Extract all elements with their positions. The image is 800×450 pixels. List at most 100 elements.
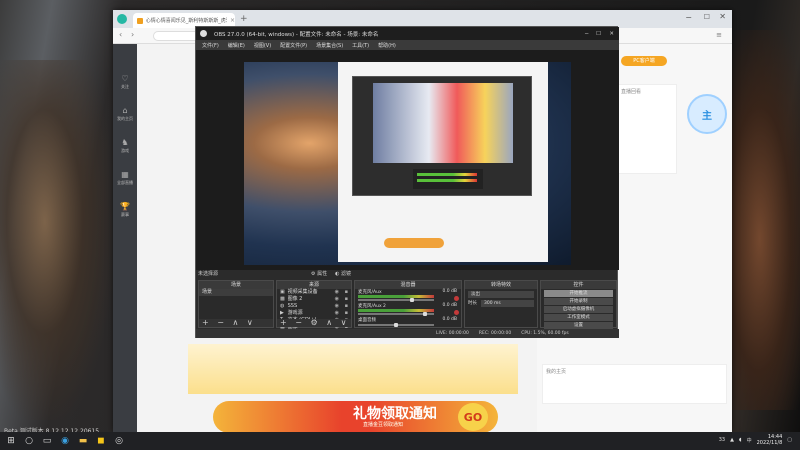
volume-slider[interactable] <box>358 312 434 316</box>
input-language[interactable]: 中 <box>747 437 752 444</box>
menu-scene-collection[interactable]: 场景集合(S) <box>316 42 343 49</box>
scenes-toolbar[interactable]: + − ∧ ∨ <box>199 319 273 327</box>
obs-window: OBS 27.0.0 (64-bit, windows) - 配置文件: 未命名… <box>195 26 619 338</box>
nav-item-games[interactable]: ♞ 游戏 <box>113 134 137 158</box>
scenes-header: 场景 <box>199 281 273 289</box>
volume-knob[interactable] <box>422 312 427 316</box>
volume-knob[interactable] <box>409 298 414 302</box>
gift-title: 礼物领取通知 <box>353 406 437 422</box>
mute-icon[interactable] <box>454 310 459 315</box>
nav-item-all-live[interactable]: ▦ 全部直播 <box>113 166 137 190</box>
sources-header: 来源 <box>277 281 351 289</box>
game-icon: ♞ <box>121 138 129 147</box>
scene-item[interactable]: 场景 <box>199 289 273 296</box>
edge-browser-icon[interactable]: ◉ <box>58 434 72 448</box>
visibility-eye-icon[interactable]: ◉ <box>335 303 339 310</box>
back-icon[interactable]: ‹ <box>119 30 122 39</box>
volume-icon[interactable]: ◖ <box>739 437 742 443</box>
obs-app-icon[interactable]: ◎ <box>112 434 126 448</box>
rec-status: REC: 00:00:00 <box>478 331 512 336</box>
source-item[interactable]: ▩ 图像 2 ◉ ▪ <box>277 296 351 303</box>
visibility-eye-icon[interactable]: ◉ <box>335 296 339 303</box>
duration-input[interactable]: 300 ms <box>481 300 534 307</box>
studio-mode-button[interactable]: 工作室模式 <box>544 314 613 321</box>
close-window-button[interactable]: ✕ <box>719 12 726 21</box>
filters-label: 滤镜 <box>341 271 352 277</box>
channel-db: 0.0 dB <box>442 303 457 308</box>
huya-app-icon[interactable]: ◼ <box>94 434 108 448</box>
pc-client-button[interactable]: PC客户端 <box>621 56 667 66</box>
tab-close-icon[interactable]: × <box>230 17 235 24</box>
controls-dock: 控件 开始推流 开始录制 启动虚拟摄像机 工作室模式 设置 <box>540 280 617 329</box>
start-streaming-button[interactable]: 开始推流 <box>544 290 613 297</box>
search-icon[interactable]: ○ <box>22 434 36 448</box>
channel-db: 0.0 dB <box>442 317 457 322</box>
source-item[interactable]: ◍ SSS ◉ ▪ <box>277 303 351 310</box>
file-explorer-icon[interactable]: ▬ <box>76 434 90 448</box>
notifications-icon[interactable]: ▢ <box>787 437 792 443</box>
obs-title: OBS 27.0.0 (64-bit, windows) - 配置文件: 未命名… <box>214 31 379 38</box>
minimize-button[interactable]: − <box>685 13 692 22</box>
filters-button[interactable]: ◐ 滤镜 <box>335 270 351 277</box>
forward-icon[interactable]: › <box>131 30 134 39</box>
maximize-button[interactable]: ☐ <box>704 13 710 21</box>
gift-go-button[interactable]: GO <box>458 403 488 431</box>
obs-menu-bar: 文件(F) 编辑(E) 视图(V) 配置文件(P) 场景集合(S) 工具(T) … <box>196 40 619 50</box>
right-item[interactable]: 直播回看 <box>618 85 676 98</box>
nav-item-home[interactable]: ⌂ 我的主页 <box>113 102 137 126</box>
mixer-dock: 混音器 麦克风/Aux 0.0 dB 麦克风/Aux 2 0.0 dB 桌面音频… <box>354 280 462 328</box>
volume-slider[interactable] <box>358 298 434 302</box>
mascot-badge[interactable]: 主 <box>687 94 727 134</box>
settings-button[interactable]: 设置 <box>544 322 613 329</box>
nav-item-follow[interactable]: ♡ 关注 <box>113 70 137 94</box>
sources-toolbar[interactable]: + − ⚙ ∧ ∨ <box>277 319 351 327</box>
new-tab-button[interactable]: + <box>240 14 248 24</box>
task-view-icon[interactable]: ▭ <box>40 434 54 448</box>
obs-logo-icon <box>200 30 207 37</box>
nav-label: 关注 <box>121 84 129 89</box>
game-capture-icon: ▶ <box>280 310 284 316</box>
menu-edit[interactable]: 编辑(E) <box>228 42 245 49</box>
volume-knob[interactable] <box>394 323 398 327</box>
obs-minimize-button[interactable]: − <box>584 31 589 37</box>
source-item[interactable]: ▣ 视频采集设备 ◉ ▪ <box>277 289 351 296</box>
menu-view[interactable]: 视图(V) <box>254 42 271 49</box>
properties-label: 属性 <box>317 271 328 277</box>
menu-help[interactable]: 帮助(H) <box>378 42 396 49</box>
menu-profile[interactable]: 配置文件(P) <box>280 42 307 49</box>
mute-icon[interactable] <box>454 296 459 301</box>
source-item[interactable]: ▶ 游戏源 ◉ ▪ <box>277 310 351 317</box>
transition-select[interactable]: 淡出 <box>468 291 534 298</box>
nav-item-events[interactable]: 🏆 赛事 <box>113 198 137 222</box>
virtual-camera-button[interactable]: 启动虚拟摄像机 <box>544 306 613 313</box>
channel-db: 0.0 dB <box>442 289 457 294</box>
windows-start-icon[interactable]: ⊞ <box>4 434 18 448</box>
browser-logo-icon <box>117 14 127 24</box>
lock-icon[interactable]: ▪ <box>345 296 348 303</box>
menu-icon[interactable]: ≡ <box>716 31 722 39</box>
obs-close-button[interactable]: ✕ <box>609 31 614 37</box>
properties-button[interactable]: ⚙ 属性 <box>311 270 327 277</box>
obs-title-bar: OBS 27.0.0 (64-bit, windows) - 配置文件: 未命名… <box>196 27 619 40</box>
gift-notice-banner[interactable]: 礼物领取通知 直播金豆领取通知 GO <box>213 401 498 433</box>
obs-preview-canvas[interactable] <box>244 62 571 265</box>
visibility-eye-icon[interactable]: ◉ <box>335 310 339 317</box>
lock-icon[interactable]: ▪ <box>345 310 348 317</box>
network-icon[interactable]: ▲ <box>730 437 734 443</box>
mixer-header: 混音器 <box>355 281 461 289</box>
nav-label: 我的主页 <box>117 116 133 121</box>
menu-tools[interactable]: 工具(T) <box>352 42 369 49</box>
nested-preview <box>373 83 513 163</box>
lock-icon[interactable]: ▪ <box>345 289 348 296</box>
visibility-eye-icon[interactable]: ◉ <box>335 289 339 296</box>
start-recording-button[interactable]: 开始录制 <box>544 298 613 305</box>
right-item[interactable]: 我的主页 <box>543 365 726 378</box>
live-status: LIVE: 00:00:00 <box>436 331 469 336</box>
nav-label: 全部直播 <box>117 180 133 185</box>
cpu-status: CPU: 1.5%, 60.00 fps <box>521 331 569 336</box>
menu-file[interactable]: 文件(F) <box>202 42 219 49</box>
lock-icon[interactable]: ▪ <box>345 303 348 310</box>
volume-slider[interactable] <box>358 323 434 327</box>
clock[interactable]: 14:44 2022/11/8 <box>757 434 783 446</box>
obs-maximize-button[interactable]: ☐ <box>596 31 601 37</box>
